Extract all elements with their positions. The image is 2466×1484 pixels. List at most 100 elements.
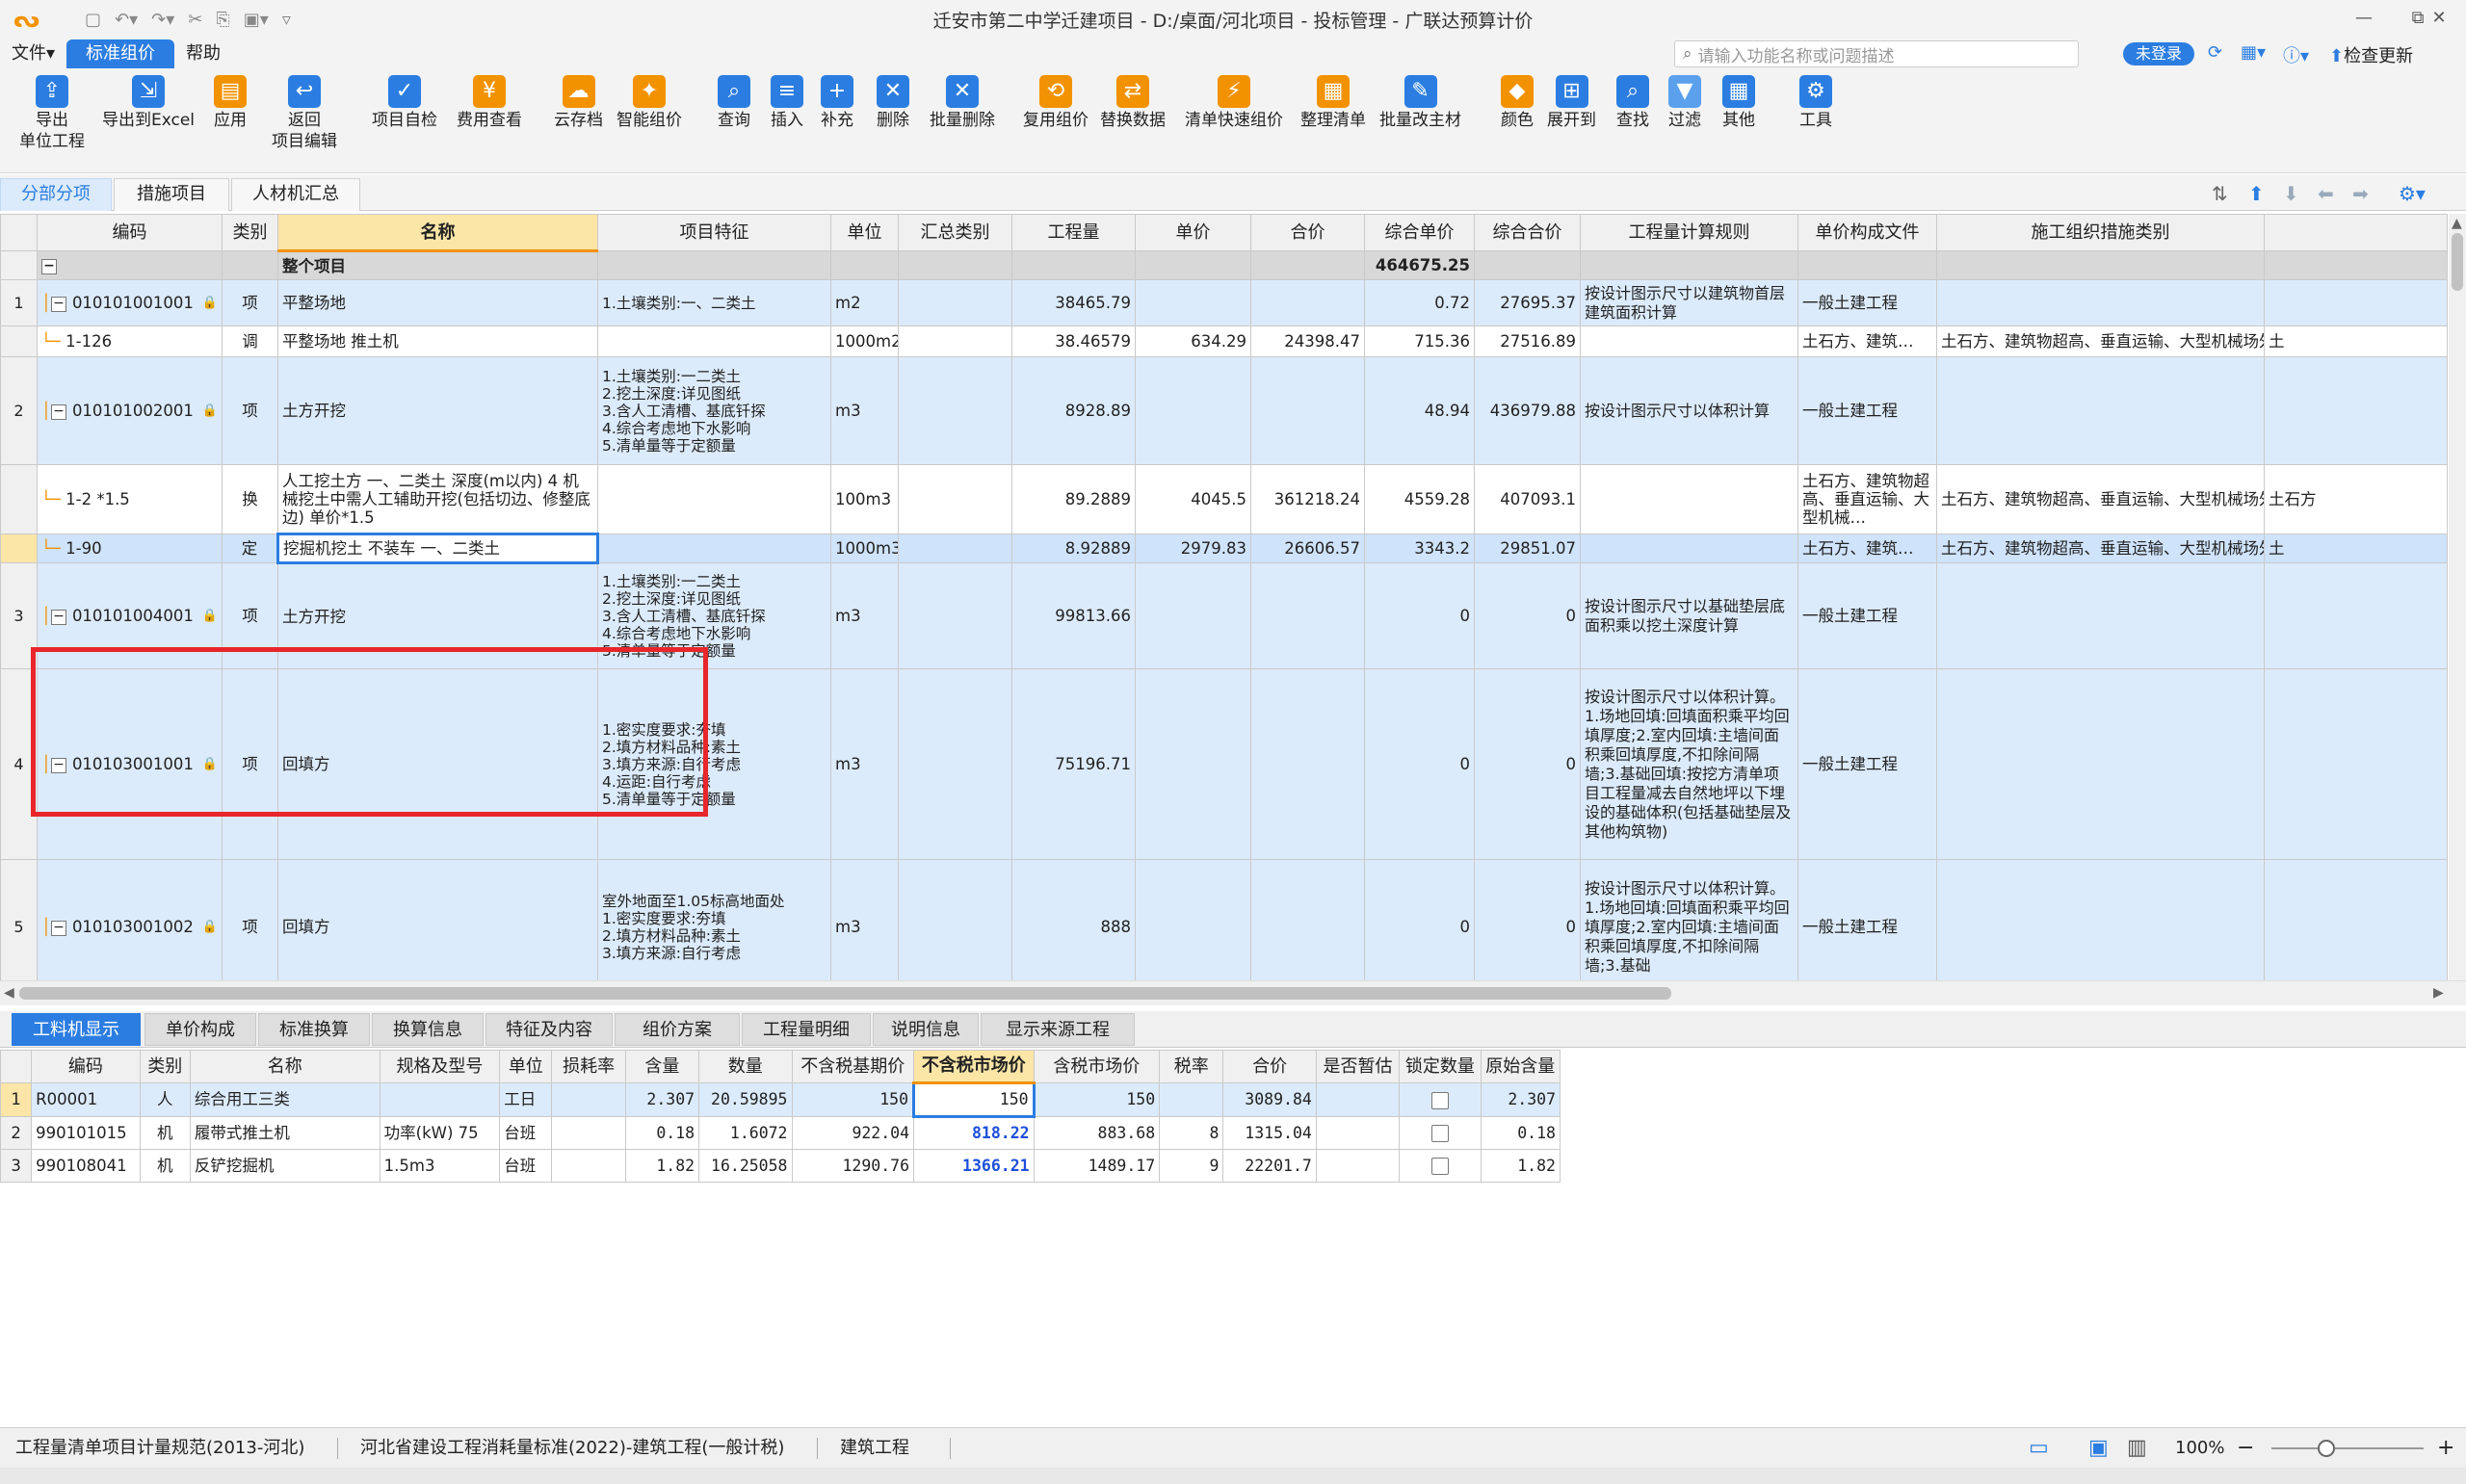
resource-name[interactable]: 反铲挖掘机 bbox=[189, 1149, 380, 1183]
grid-header-12[interactable]: 单价构成文件 bbox=[1797, 214, 1937, 251]
resource-estimate[interactable] bbox=[1315, 1116, 1401, 1150]
bottom-header-10[interactable]: 含税市场价 bbox=[1033, 1050, 1161, 1083]
save-icon[interactable]: ▢ bbox=[85, 10, 101, 30]
row-file[interactable]: 一般土建工程 bbox=[1797, 668, 1937, 860]
row-feat[interactable]: 1.土壤类别:一、二类土 bbox=[597, 279, 831, 326]
vertical-scroll-thumb[interactable] bbox=[2452, 233, 2463, 291]
resource-qty[interactable]: 1.6072 bbox=[698, 1116, 793, 1150]
row-file[interactable]: 一般土建工程 bbox=[1797, 279, 1937, 326]
row-price[interactable] bbox=[1135, 356, 1251, 465]
bill-row[interactable]: 5 │ − 🔒 010103001002 项回填方 室外地面至1.05标高地面处 1.密实度… bbox=[0, 859, 2448, 980]
row-code[interactable]: └─ 1-126 bbox=[37, 325, 223, 357]
redo-icon[interactable]: ↷▾ bbox=[151, 10, 174, 30]
detail-tab-3[interactable]: 换算信息 bbox=[372, 1013, 484, 1046]
row-unit[interactable]: 1000m2 bbox=[830, 325, 899, 357]
row-file[interactable]: 一般土建工程 bbox=[1797, 356, 1937, 465]
ribbon-button-3[interactable]: ↩ 返回 项目编辑 bbox=[272, 75, 337, 152]
menu-standard-pricing[interactable]: 标准组价 bbox=[66, 39, 175, 68]
row-sumcat[interactable] bbox=[898, 279, 1012, 326]
resource-code[interactable]: R00001 bbox=[31, 1082, 141, 1117]
row-file[interactable]: 一般土建工程 bbox=[1797, 859, 1937, 980]
resource-code[interactable]: 990108041 bbox=[31, 1149, 141, 1183]
horizontal-scrollbar[interactable]: ◀ ▶ bbox=[0, 980, 2466, 1005]
resource-content[interactable]: 2.307 bbox=[624, 1082, 700, 1117]
horizontal-scroll-thumb[interactable] bbox=[19, 987, 1671, 1000]
row-rule[interactable]: 按设计图示尺寸以基础垫层底面积乘以挖土深度计算 bbox=[1580, 562, 1798, 669]
resource-content[interactable]: 0.18 bbox=[624, 1116, 700, 1150]
undo-icon[interactable]: ↶▾ bbox=[115, 10, 138, 30]
row-amount[interactable] bbox=[1250, 356, 1365, 465]
tab-sub-items[interactable]: 分部分项 bbox=[0, 178, 112, 211]
resource-market[interactable]: 150 bbox=[912, 1081, 1036, 1118]
paste-icon[interactable]: ▣▾ bbox=[244, 10, 269, 30]
row-name[interactable]: 挖掘机挖土 不装车 一、二类土 bbox=[276, 533, 599, 564]
row-measure[interactable]: 土石方、建筑物超高、垂直运输、大型机械场外运输及一次安拆 bbox=[1936, 325, 2265, 357]
row-price[interactable] bbox=[1135, 562, 1251, 669]
resource-loss[interactable] bbox=[551, 1149, 626, 1183]
row-price[interactable]: 4045.5 bbox=[1135, 464, 1251, 534]
row-measure[interactable] bbox=[1936, 356, 2265, 465]
login-button[interactable]: 未登录 bbox=[2123, 42, 2194, 65]
detail-tab-6[interactable]: 工程量明细 bbox=[742, 1013, 871, 1046]
collapse-icon[interactable]: − bbox=[50, 757, 66, 773]
minimize-button[interactable]: — bbox=[2337, 0, 2391, 39]
row-name[interactable]: 回填方 bbox=[277, 668, 598, 860]
ribbon-button-13[interactable]: ⟲ 复用组价 bbox=[1023, 75, 1089, 131]
sync-icon[interactable]: ⟳ bbox=[2208, 42, 2222, 63]
row-name[interactable]: 人工挖土方 一、二类土 深度(m以内) 4 机械挖土中需人工辅助开挖(包括切边、… bbox=[277, 464, 598, 534]
ribbon-button-15[interactable]: ⚡ 清单快速组价 bbox=[1185, 75, 1283, 131]
ribbon-button-8[interactable]: ⌕ 查询 bbox=[718, 75, 750, 131]
row-cprice[interactable]: 4559.28 bbox=[1364, 464, 1475, 534]
resource-cat[interactable]: 机 bbox=[139, 1149, 191, 1183]
bottom-header-2[interactable]: 名称 bbox=[189, 1050, 380, 1083]
tab-measures[interactable]: 措施项目 bbox=[114, 178, 229, 211]
collapse-icon[interactable]: − bbox=[41, 258, 57, 274]
bill-row[interactable]: 2 │ − 🔒 010101002001 项土方开挖 1.土壤类别:一二类土 2.挖土深度:… bbox=[0, 356, 2448, 465]
resource-unit[interactable]: 台班 bbox=[499, 1149, 553, 1183]
row-extra[interactable]: 土石方 bbox=[2264, 464, 2448, 534]
ribbon-button-18[interactable]: ◆ 颜色 bbox=[1501, 75, 1534, 131]
detail-tab-4[interactable]: 特征及内容 bbox=[485, 1013, 613, 1046]
bottom-header-7[interactable]: 数量 bbox=[698, 1050, 793, 1083]
row-camount[interactable]: 407093.1 bbox=[1474, 464, 1581, 534]
row-feat[interactable] bbox=[597, 534, 831, 563]
grid-header-6[interactable]: 工程量 bbox=[1011, 214, 1136, 251]
row-sumcat[interactable] bbox=[898, 562, 1012, 669]
resource-lock-cell[interactable] bbox=[1399, 1149, 1482, 1183]
move-up-icon[interactable]: ⬆ bbox=[2248, 182, 2265, 205]
collapse-icon[interactable]: − bbox=[50, 609, 66, 625]
row-file[interactable]: 土石方、建筑… bbox=[1797, 534, 1937, 563]
grid-header-1[interactable]: 类别 bbox=[222, 214, 278, 251]
row-camount[interactable]: 27695.37 bbox=[1474, 279, 1581, 326]
ribbon-button-1[interactable]: ⇲ 导出到Excel bbox=[102, 75, 195, 131]
row-camount[interactable]: 29851.07 bbox=[1474, 534, 1581, 563]
resource-orig[interactable]: 2.307 bbox=[1480, 1082, 1561, 1117]
resource-amount[interactable]: 3089.84 bbox=[1222, 1082, 1317, 1117]
bill-row[interactable]: └─ 1-2 *1.5 换人工挖土方 一、二类土 深度(m以内) 4 机械挖土中需… bbox=[0, 464, 2448, 534]
row-feat[interactable]: 室外地面至1.05标高地面处 1.密实度要求:夯填 2.填方材料品种:素土 3.… bbox=[597, 859, 831, 980]
row-amount[interactable]: 361218.24 bbox=[1250, 464, 1365, 534]
grid-header-9[interactable]: 综合单价 bbox=[1364, 214, 1475, 251]
layout-single-icon[interactable]: ▣ bbox=[2088, 1428, 2109, 1469]
row-rule[interactable]: 按设计图示尺寸以体积计算。1.场地回填:回填面积乘平均回填厚度;2.室内回填:主… bbox=[1580, 668, 1798, 860]
grid-header-11[interactable]: 工程量计算规则 bbox=[1580, 214, 1798, 251]
cut-icon[interactable]: ✂ bbox=[188, 10, 202, 30]
row-amount[interactable] bbox=[1250, 859, 1365, 980]
row-cprice[interactable]: 0 bbox=[1364, 668, 1475, 860]
resource-cat[interactable]: 人 bbox=[139, 1082, 191, 1117]
row-category[interactable]: 项 bbox=[222, 356, 278, 465]
ribbon-button-12[interactable]: ✕ 批量删除 bbox=[930, 75, 995, 131]
lock-quantity-checkbox[interactable] bbox=[1430, 1091, 1449, 1109]
menu-help[interactable]: 帮助 bbox=[174, 39, 232, 68]
ribbon-button-19[interactable]: ⊞ 展开到 bbox=[1547, 75, 1596, 131]
grid-header-2[interactable]: 名称 bbox=[277, 214, 598, 252]
detail-tab-8[interactable]: 显示来源工程 bbox=[981, 1013, 1135, 1046]
zoom-out-icon[interactable]: − bbox=[2237, 1428, 2254, 1469]
tab-labor-material-summary[interactable]: 人材机汇总 bbox=[231, 178, 360, 211]
resource-rate[interactable]: 9 bbox=[1159, 1149, 1224, 1183]
info-icon[interactable]: ⓘ▾ bbox=[2283, 42, 2309, 67]
row-sumcat[interactable] bbox=[898, 325, 1012, 357]
row-code[interactable]: │ − 🔒 010103001001 bbox=[37, 668, 223, 860]
detail-tab-2[interactable]: 标准换算 bbox=[258, 1013, 370, 1046]
row-extra[interactable]: 土 bbox=[2264, 534, 2448, 563]
